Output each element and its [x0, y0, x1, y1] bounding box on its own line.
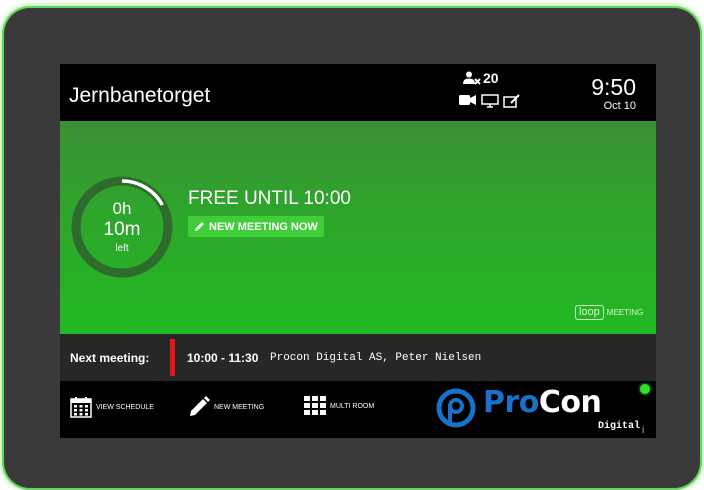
header-bar: Jernbanetorget 20 9:50 Oct 10: [60, 64, 656, 121]
next-meeting-organizer: Procon Digital AS, Peter Nielsen: [270, 352, 482, 364]
clock-date: Oct 10: [603, 100, 636, 112]
time-remaining-label: 0h 10m left: [69, 174, 175, 280]
bottom-nav: VIEW SCHEDULE NEW MEETING MULTI ROOM Pro…: [60, 381, 656, 438]
room-display-screen: Jernbanetorget 20 9:50 Oct 10 0h 10m lef…: [60, 64, 656, 438]
remaining-minutes: 10m: [103, 219, 141, 240]
logo-con: Con: [538, 385, 602, 420]
equipment-icons: [459, 94, 521, 108]
logo-pro: Pro: [483, 385, 539, 420]
loop-meeting-badge: loop MEETING: [575, 305, 643, 320]
multi-room-button[interactable]: MULTI ROOM: [304, 396, 374, 416]
view-schedule-label: VIEW SCHEDULE: [96, 403, 154, 411]
multi-room-label: MULTI ROOM: [330, 402, 375, 410]
availability-status: FREE UNTIL 10:00: [188, 188, 351, 209]
view-schedule-button[interactable]: VIEW SCHEDULE: [70, 396, 154, 418]
procon-digital-logo: ProCon Digital i: [432, 385, 652, 436]
clock-time: 9:50: [591, 74, 636, 100]
next-meeting-label: Next meeting:: [70, 351, 150, 365]
whiteboard-icon: [503, 94, 520, 108]
remaining-caption: left: [115, 243, 129, 254]
people-icon: [463, 71, 481, 85]
pencil-icon: [195, 222, 204, 231]
next-meeting-time: 10:00 - 11:30: [187, 351, 259, 365]
new-meeting-now-button[interactable]: NEW MEETING NOW: [188, 216, 324, 237]
next-meeting-indicator: [170, 339, 175, 376]
room-name: Jernbanetorget: [69, 84, 211, 107]
new-meeting-label: NEW MEETING: [214, 403, 265, 411]
logo-subtitle: Digital: [598, 421, 641, 432]
logo-wordmark: ProCon: [483, 385, 602, 420]
remaining-hours: 0h: [112, 199, 132, 218]
calendar-icon: [70, 397, 92, 418]
clock: 9:50 Oct 10: [591, 75, 636, 113]
new-meeting-button[interactable]: NEW MEETING: [188, 396, 264, 418]
capacity-count: 20: [483, 70, 499, 86]
capacity-indicator: 20: [463, 70, 499, 86]
info-icon[interactable]: i: [642, 425, 644, 436]
loop-logo: loop: [575, 305, 604, 320]
pencil-icon: [190, 396, 210, 416]
next-meeting-bar: Next meeting: 10:00 - 11:30 Procon Digit…: [60, 334, 656, 381]
loop-meeting-label: MEETING: [606, 308, 644, 317]
grid-icon: [304, 396, 326, 415]
availability-panel: 0h 10m left FREE UNTIL 10:00 NEW MEETING…: [60, 121, 656, 334]
new-meeting-now-label: NEW MEETING NOW: [209, 220, 318, 233]
display-monitor-icon: [481, 94, 499, 108]
video-camera-icon: [459, 95, 476, 105]
status-led: [640, 384, 650, 394]
procon-emblem-icon: [436, 388, 476, 428]
